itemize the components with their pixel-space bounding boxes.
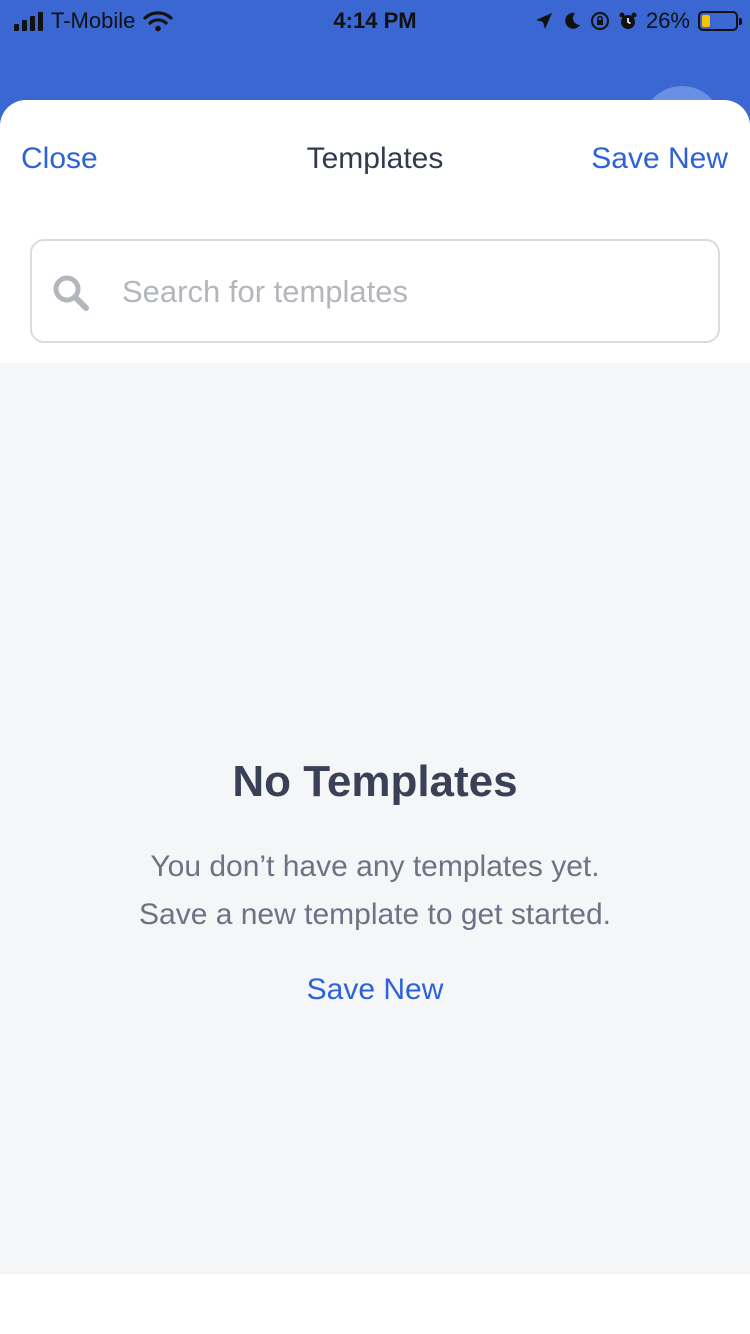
moon-icon	[565, 12, 580, 29]
battery-fill	[702, 15, 710, 27]
templates-content: No Templates You don’t have any template…	[0, 363, 750, 1274]
empty-state-message: You don’t have any templates yet. Save a…	[0, 843, 750, 939]
battery-icon	[698, 11, 742, 31]
location-icon	[535, 13, 552, 29]
nav-bar: Close Templates Save New	[0, 100, 750, 220]
empty-state-line-2: Save a new template to get started.	[139, 898, 611, 931]
status-right: 26%	[534, 8, 742, 34]
rotation-lock-icon	[590, 12, 609, 30]
search-input[interactable]	[120, 241, 704, 343]
save-new-button[interactable]: Save New	[591, 142, 728, 176]
status-bar: T-Mobile 4:14 PM 26%	[0, 0, 750, 40]
alarm-icon	[619, 12, 637, 29]
empty-state-save-new-button[interactable]: Save New	[275, 973, 475, 1007]
templates-sheet: Close Templates Save New No Templates Yo…	[0, 100, 750, 1334]
empty-state-title: No Templates	[232, 757, 518, 806]
search-icon	[53, 275, 89, 311]
empty-state-line-1: You don’t have any templates yet.	[150, 850, 600, 883]
search-bar[interactable]	[30, 239, 720, 343]
battery-percent: 26%	[645, 8, 690, 33]
